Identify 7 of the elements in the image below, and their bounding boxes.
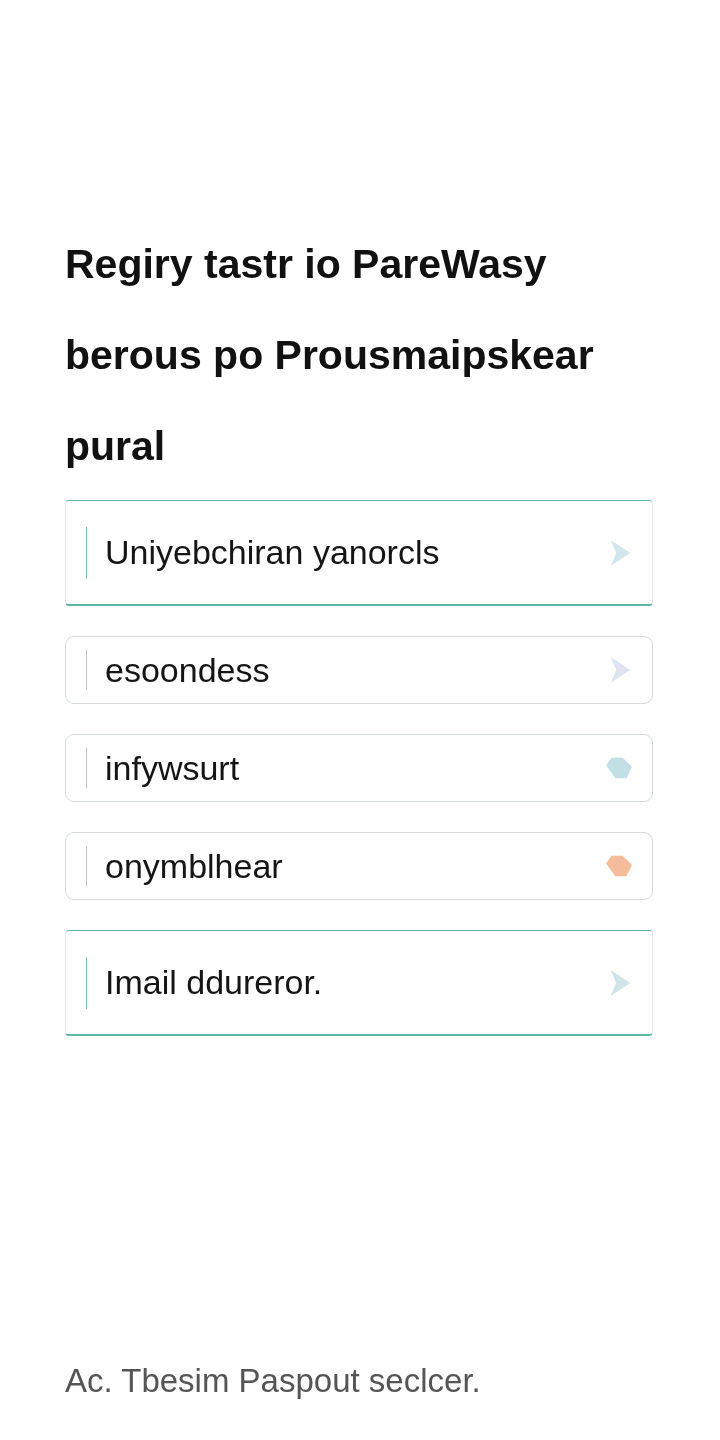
text-field[interactable]: Imail ddureror. (65, 930, 653, 1036)
page-title: Regiry tastr io PareWasy berous po Prousmaipskear pural (65, 240, 595, 471)
text-field[interactable]: infywsurt (65, 734, 653, 802)
footer-text: Ac. Tbesim Paspout seclcer. (65, 1362, 482, 1400)
text-field[interactable]: onymblhear (65, 832, 653, 900)
text-field[interactable]: Uniyebchiran yanorcls (65, 500, 653, 606)
text-field[interactable]: esoondess (65, 636, 653, 704)
